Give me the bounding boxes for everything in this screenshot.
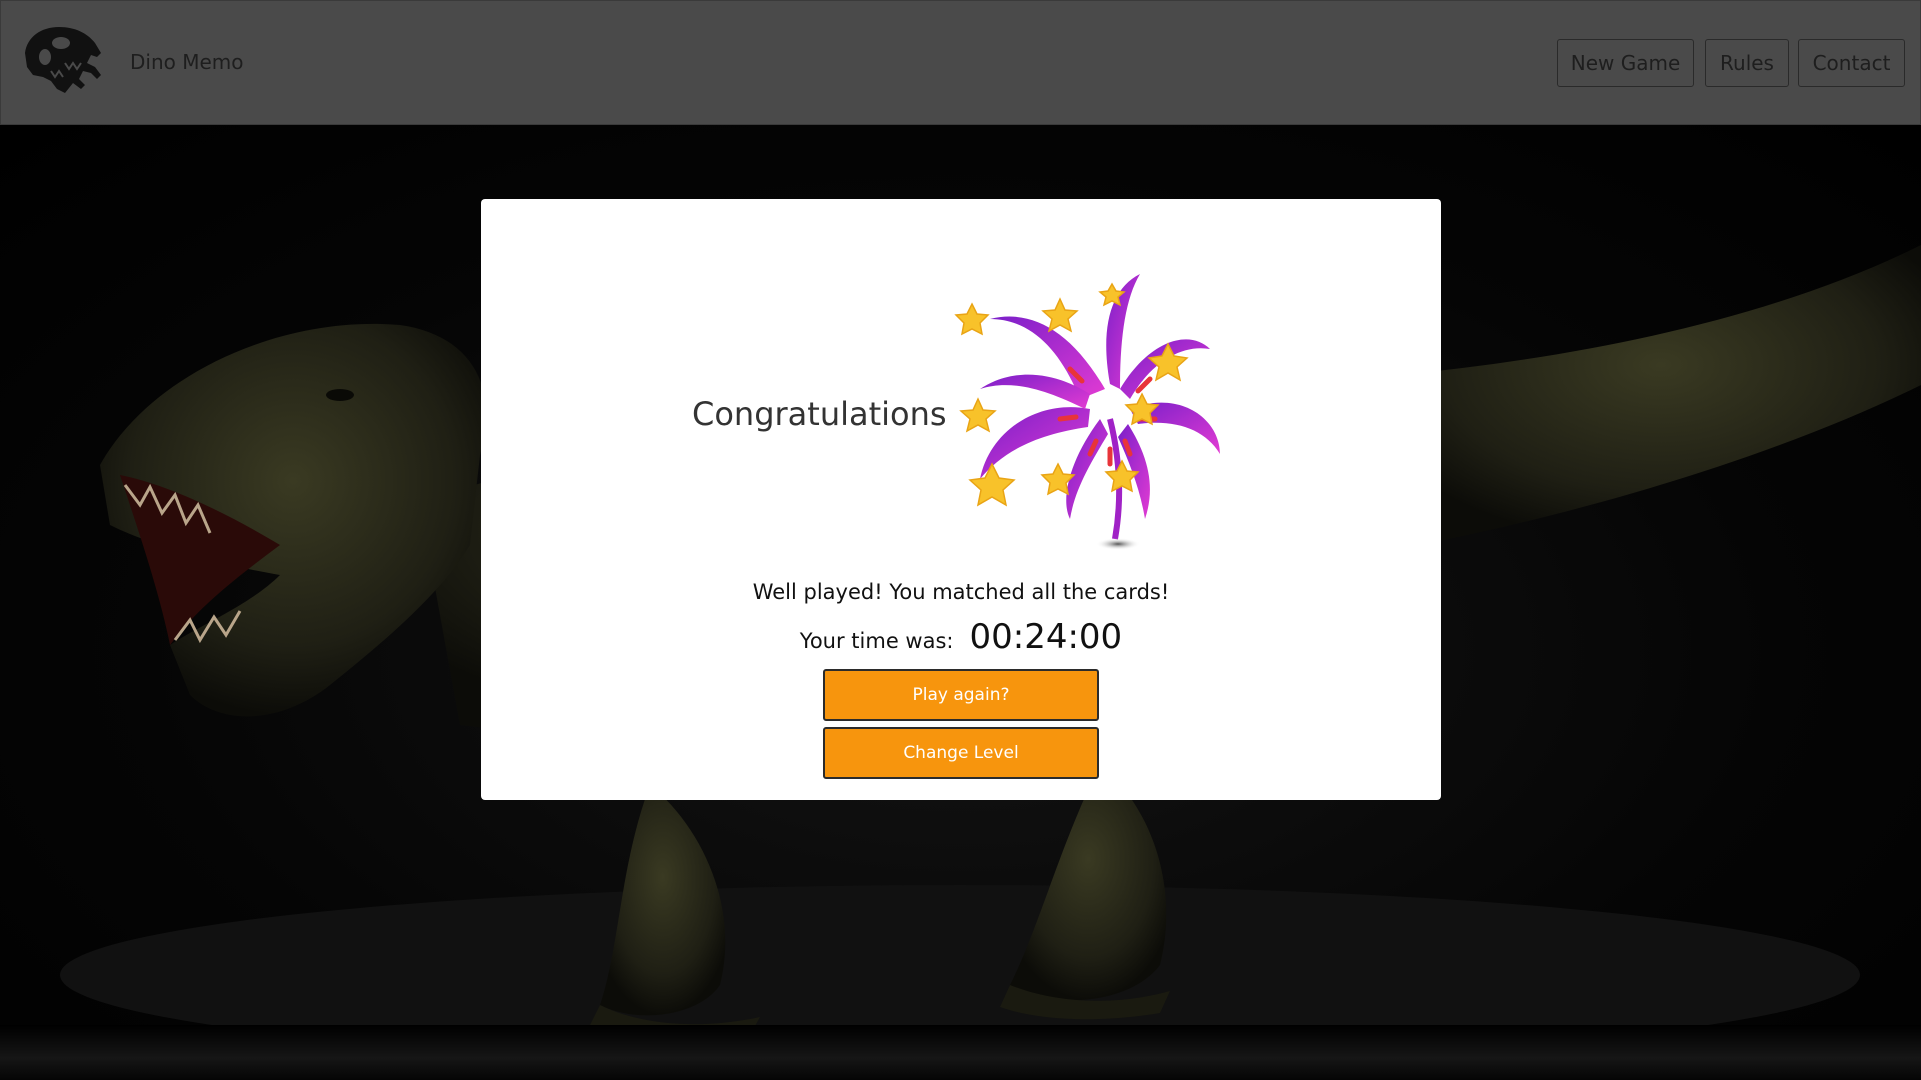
change-level-button[interactable]: Change Level <box>823 727 1099 779</box>
navbar: Dino Memo New Game Rules Contact <box>0 0 1921 125</box>
new-game-button[interactable]: New Game <box>1557 39 1694 87</box>
time-value: 00:24:00 <box>969 617 1123 657</box>
modal-heading: Congratulations <box>692 395 947 433</box>
contact-button[interactable]: Contact <box>1798 39 1905 87</box>
time-label: Your time was: <box>799 629 954 653</box>
time-row: Your time was: 00:24:00 <box>481 617 1441 657</box>
success-message: Well played! You matched all the cards! <box>752 580 1170 604</box>
brand-title[interactable]: Dino Memo <box>130 50 244 74</box>
congratulations-modal: Congratulations Well played! You matched… <box>481 199 1441 800</box>
t-rex-skull-icon[interactable] <box>21 23 106 103</box>
rules-button[interactable]: Rules <box>1705 39 1789 87</box>
play-again-button[interactable]: Play again? <box>823 669 1099 721</box>
fireworks-icon <box>950 269 1220 554</box>
